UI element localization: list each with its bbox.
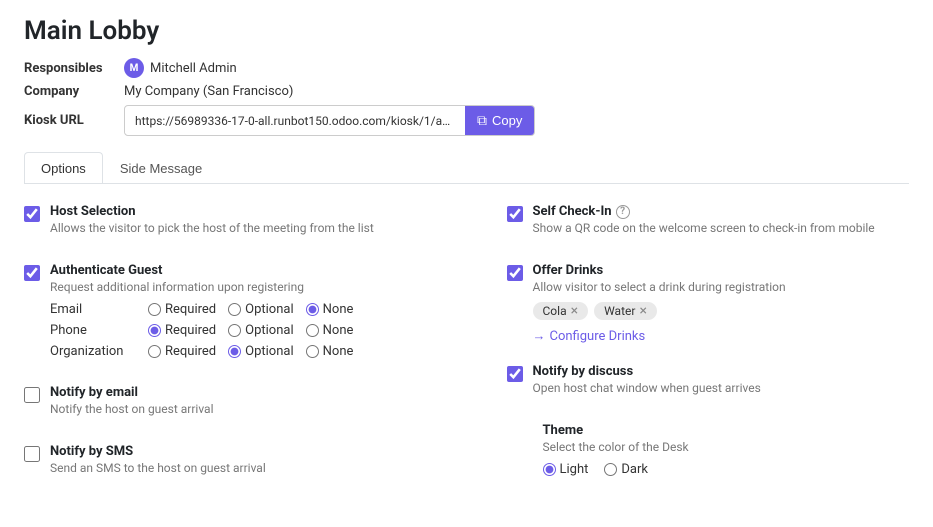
email-required[interactable]: Required	[148, 302, 216, 317]
copy-icon: ⧉	[477, 112, 487, 129]
phone-label: Phone	[50, 323, 140, 338]
tag-cola-close[interactable]: ×	[571, 304, 578, 318]
notify-email-checkbox[interactable]	[24, 387, 40, 403]
page-title: Main Lobby	[24, 16, 909, 46]
notify-email-desc: Notify the host on guest arrival	[50, 402, 427, 416]
tab-options[interactable]: Options	[24, 152, 103, 184]
org-none[interactable]: None	[306, 344, 354, 359]
theme-dark[interactable]: Dark	[604, 462, 648, 477]
drinks-tag-list: Cola × Water ×	[533, 302, 910, 320]
responsible-value: M Mitchell Admin	[124, 58, 237, 78]
email-optional[interactable]: Optional	[228, 302, 293, 317]
org-optional[interactable]: Optional	[228, 344, 293, 359]
email-row: Email Required Optional None	[50, 302, 427, 317]
host-selection-title: Host Selection	[50, 204, 427, 219]
notify-discuss-desc: Open host chat window when guest arrives	[533, 381, 910, 395]
email-none[interactable]: None	[306, 302, 354, 317]
configure-drinks-link[interactable]: Configure Drinks	[533, 328, 910, 344]
authenticate-guest-checkbox[interactable]	[24, 265, 40, 281]
notify-sms-desc: Send an SMS to the host on guest arrival	[50, 461, 427, 475]
offer-drinks-checkbox[interactable]	[507, 265, 523, 281]
notify-discuss-title: Notify by discuss	[533, 364, 910, 379]
notify-email-title: Notify by email	[50, 385, 427, 400]
kiosk-url-text: https://56989336-17-0-all.runbot150.odoo…	[125, 109, 465, 133]
tab-side-message[interactable]: Side Message	[103, 152, 219, 184]
theme-title: Theme	[543, 423, 910, 438]
host-selection-content: Host Selection Allows the visitor to pic…	[50, 204, 427, 243]
theme-options: Light Dark	[543, 462, 910, 477]
authenticate-guest-title: Authenticate Guest	[50, 263, 427, 278]
responsibles-label: Responsibles	[24, 61, 124, 76]
authenticate-guest-content: Authenticate Guest Request additional in…	[50, 263, 427, 365]
theme-light[interactable]: Light	[543, 462, 589, 477]
self-checkin-content: Self Check-In ? Show a QR code on the we…	[533, 204, 910, 243]
notify-discuss-content: Notify by discuss Open host chat window …	[533, 364, 910, 403]
phone-row: Phone Required Optional None	[50, 323, 427, 338]
authenticate-guest-desc: Request additional information upon regi…	[50, 280, 427, 294]
theme-desc: Select the color of the Desk	[543, 440, 910, 454]
host-selection-checkbox[interactable]	[24, 206, 40, 222]
kiosk-label: Kiosk URL	[24, 113, 124, 128]
notify-email-content: Notify by email Notify the host on guest…	[50, 385, 427, 424]
right-column: Self Check-In ? Show a QR code on the we…	[467, 204, 910, 503]
offer-drinks-title: Offer Drinks	[533, 263, 910, 278]
notify-discuss-block: Notify by discuss Open host chat window …	[507, 364, 910, 403]
phone-radio-group: Required Optional None	[148, 323, 353, 338]
host-selection-block: Host Selection Allows the visitor to pic…	[24, 204, 427, 243]
avatar: M	[124, 58, 144, 78]
company-label: Company	[24, 84, 124, 99]
tab-bar: Options Side Message	[24, 152, 909, 184]
left-column: Host Selection Allows the visitor to pic…	[24, 204, 467, 503]
offer-drinks-content: Offer Drinks Allow visitor to select a d…	[533, 263, 910, 344]
authenticate-guest-block: Authenticate Guest Request additional in…	[24, 263, 427, 365]
offer-drinks-block: Offer Drinks Allow visitor to select a d…	[507, 263, 910, 344]
host-selection-desc: Allows the visitor to pick the host of t…	[50, 221, 427, 235]
phone-none[interactable]: None	[306, 323, 354, 338]
self-checkin-title: Self Check-In ?	[533, 204, 910, 219]
self-checkin-desc: Show a QR code on the welcome screen to …	[533, 221, 910, 235]
options-grid: Host Selection Allows the visitor to pic…	[24, 204, 909, 503]
theme-content: Theme Select the color of the Desk Light…	[543, 423, 910, 477]
tag-cola: Cola ×	[533, 302, 589, 320]
phone-optional[interactable]: Optional	[228, 323, 293, 338]
org-required[interactable]: Required	[148, 344, 216, 359]
notify-sms-title: Notify by SMS	[50, 444, 427, 459]
self-checkin-help-icon[interactable]: ?	[616, 205, 630, 219]
email-radio-group: Required Optional None	[148, 302, 353, 317]
tag-water: Water ×	[594, 302, 657, 320]
self-checkin-checkbox[interactable]	[507, 206, 523, 222]
authenticate-guest-suboptions: Email Required Optional None Phone Requi…	[50, 302, 427, 359]
self-checkin-block: Self Check-In ? Show a QR code on the we…	[507, 204, 910, 243]
theme-block: Theme Select the color of the Desk Light…	[507, 423, 910, 477]
offer-drinks-desc: Allow visitor to select a drink during r…	[533, 280, 910, 294]
notify-discuss-checkbox[interactable]	[507, 366, 523, 382]
notify-email-block: Notify by email Notify the host on guest…	[24, 385, 427, 424]
phone-required[interactable]: Required	[148, 323, 216, 338]
organization-label: Organization	[50, 344, 140, 359]
organization-radio-group: Required Optional None	[148, 344, 353, 359]
tag-water-close[interactable]: ×	[639, 304, 646, 318]
notify-sms-content: Notify by SMS Send an SMS to the host on…	[50, 444, 427, 483]
copy-label: Copy	[492, 113, 522, 128]
company-value: My Company (San Francisco)	[124, 84, 293, 99]
responsible-name: Mitchell Admin	[150, 61, 237, 76]
copy-button[interactable]: ⧉ Copy	[465, 106, 534, 135]
notify-sms-block: Notify by SMS Send an SMS to the host on…	[24, 444, 427, 483]
notify-sms-checkbox[interactable]	[24, 446, 40, 462]
kiosk-url-container: https://56989336-17-0-all.runbot150.odoo…	[124, 105, 535, 136]
organization-row: Organization Required Optional None	[50, 344, 427, 359]
email-label: Email	[50, 302, 140, 317]
